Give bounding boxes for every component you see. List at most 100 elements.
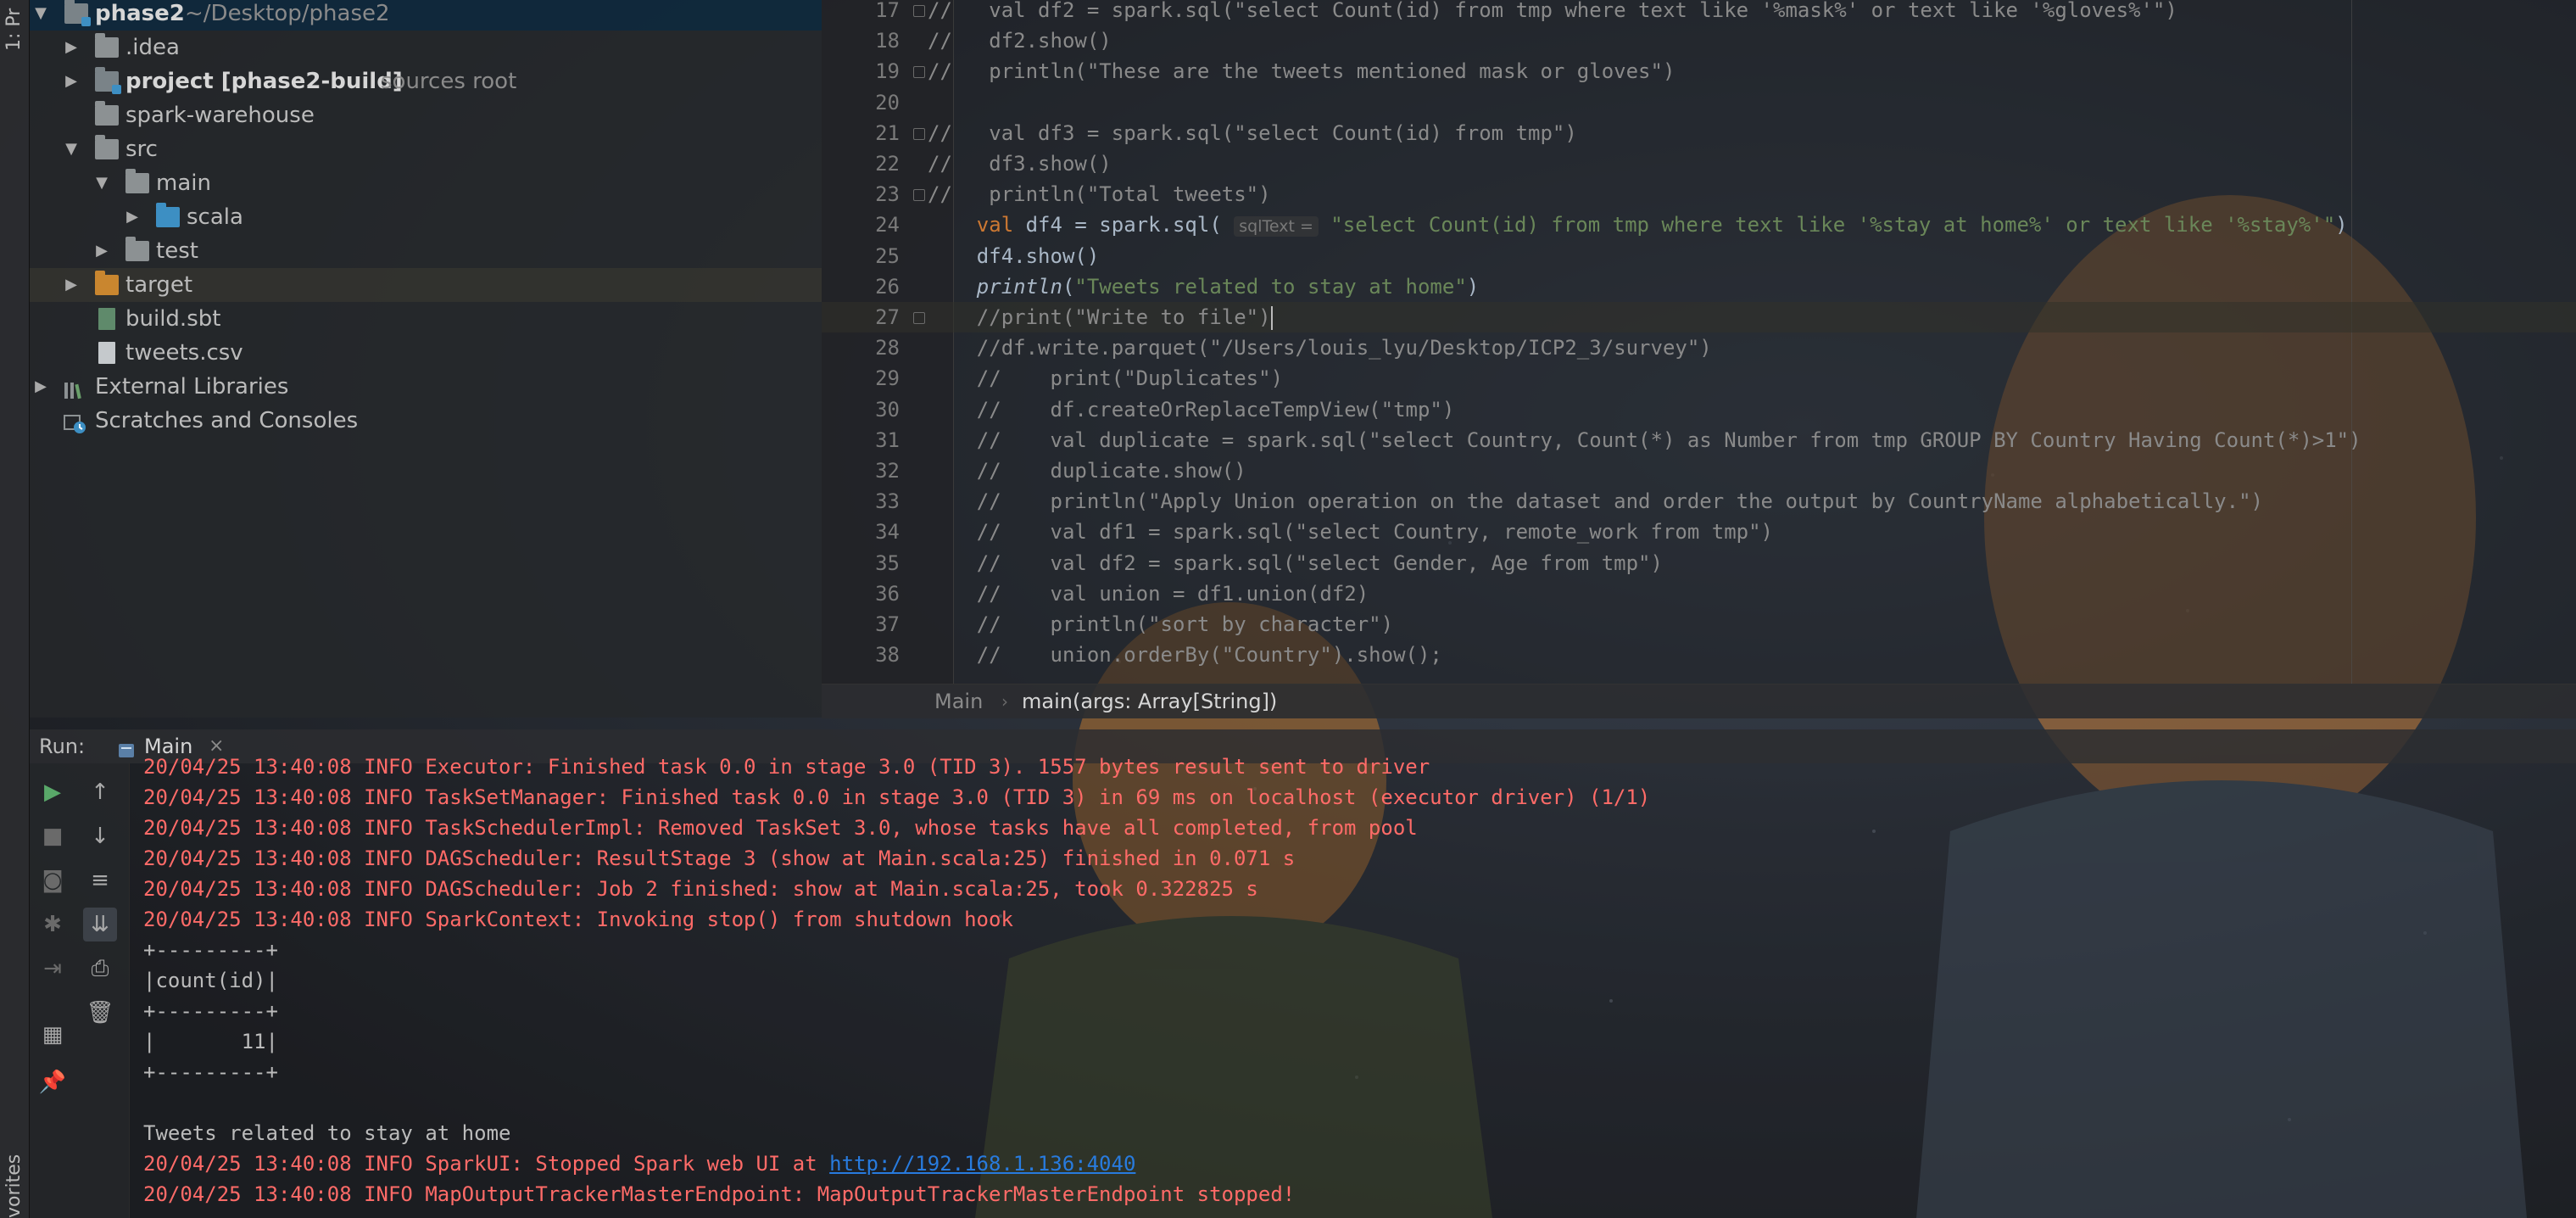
chevron-right-icon[interactable]: ▶	[93, 234, 110, 268]
code-line[interactable]: 27 //print("Write to file")	[822, 302, 2576, 332]
scratches-icon	[63, 411, 86, 433]
tree-item-project-build[interactable]: ▶ project [phase2-build] sources root	[29, 64, 822, 98]
code-token: (	[1062, 274, 1075, 299]
tree-item-phase2[interactable]: ▼ phase2 ~/Desktop/phase2	[29, 0, 822, 31]
stop-icon[interactable]: ■	[36, 819, 70, 853]
code-line[interactable]: 33 // println("Apply Union operation on …	[822, 486, 2576, 517]
code-token: //print("Write to file")	[928, 305, 1271, 329]
console-text: 20/04/25 13:40:08 INFO TaskSetManager: F…	[143, 785, 1651, 809]
tree-item-scratches[interactable]: Scratches and Consoles	[29, 404, 822, 438]
code-line[interactable]: 23 // println("Total tweets")	[822, 179, 2576, 210]
code-line[interactable]: 26 println("Tweets related to stay at ho…	[822, 271, 2576, 302]
console-text: | 11|	[143, 1030, 278, 1053]
code-line[interactable]: 38 // union.orderBy("Country").show();	[822, 640, 2576, 670]
code-text: // println("sort by character")	[928, 609, 1393, 640]
tree-item-target[interactable]: ▶ target	[29, 268, 822, 302]
code-line[interactable]: 25 df4.show()	[822, 241, 2576, 271]
tree-item-label: main	[156, 170, 211, 196]
console-line: +---------+	[143, 996, 278, 1026]
tree-item-label: External Libraries	[95, 374, 289, 399]
code-editor[interactable]: 17 // val df2 = spark.sql("select Count(i…	[822, 0, 2576, 684]
console-line: 20/04/25 13:40:08 INFO Executor: Finishe…	[143, 751, 1430, 782]
chevron-right-icon[interactable]: ▶	[63, 31, 80, 64]
code-line[interactable]: 21 // val df3 = spark.sql("select Count(i…	[822, 118, 2576, 148]
tree-item-spark-warehouse[interactable]: spark-warehouse	[29, 98, 822, 132]
soft-wrap-icon[interactable]: ≡	[83, 863, 117, 897]
tree-item-src[interactable]: ▼ src	[29, 132, 822, 166]
layout-icon[interactable]: ▦	[36, 1018, 70, 1052]
code-line[interactable]: 20	[822, 87, 2576, 118]
code-line[interactable]: 28 //df.write.parquet("/Users/louis_lyu/…	[822, 332, 2576, 363]
code-token: val	[928, 213, 1026, 237]
breadcrumb-item[interactable]: main(args: Array[String])	[1022, 684, 1277, 718]
code-line[interactable]: 17 // val df2 = spark.sql("select Count(i…	[822, 0, 2576, 25]
chevron-down-icon[interactable]: ▼	[32, 0, 49, 31]
console-text: +---------+	[143, 999, 278, 1023]
code-line[interactable]: 30 // df.createOrReplaceTempView("tmp")	[822, 394, 2576, 425]
fold-marker-icon[interactable]	[913, 312, 925, 324]
trash-icon[interactable]: 🗑	[83, 996, 117, 1030]
tree-item-external-libraries[interactable]: ▶ External Libraries	[29, 370, 822, 404]
tree-item-path: ~/Desktop/phase2	[185, 1, 390, 26]
pin-icon[interactable]: 📌	[36, 1065, 70, 1099]
project-tool-tab[interactable]: 1: Pr	[0, 0, 29, 51]
code-line[interactable]: 24 val df4 = spark.sql( sqlText = "selec…	[822, 210, 2576, 240]
code-line[interactable]: 29 // print("Duplicates")	[822, 363, 2576, 394]
code-line[interactable]: 18 // df2.show()	[822, 25, 2576, 56]
exit-icon[interactable]: ⇥	[36, 952, 70, 986]
favorites-tool-tab[interactable]: vorites	[0, 1154, 29, 1218]
fold-marker-icon[interactable]	[913, 66, 925, 79]
spark-ui-link[interactable]: http://192.168.1.136:4040	[829, 1152, 1135, 1176]
debug-icon[interactable]: ✱	[36, 908, 70, 941]
chevron-right-icon[interactable]: ▶	[124, 200, 141, 234]
chevron-right-icon[interactable]: ▶	[63, 268, 80, 302]
tree-item-annotation: sources root	[381, 69, 517, 94]
folder-icon	[95, 33, 119, 58]
tree-item-label: test	[156, 238, 198, 264]
code-token: "select Count(id) from tmp where text li…	[1318, 213, 2336, 237]
camera-icon[interactable]: ◙	[36, 863, 70, 897]
code-token: // val df3 = spark.sql("select Count(id)…	[928, 120, 1577, 145]
chevron-right-icon[interactable]: ▶	[32, 370, 49, 404]
code-line[interactable]: 37 // println("sort by character")	[822, 609, 2576, 640]
arrow-up-icon[interactable]: ↑	[83, 775, 117, 809]
breadcrumb-item[interactable]: Main	[934, 684, 983, 718]
code-line[interactable]: 31 // val duplicate = spark.sql("select …	[822, 425, 2576, 455]
code-token: // val df1 = spark.sql("select Country, …	[928, 520, 1773, 545]
tree-item-build-sbt[interactable]: build.sbt	[29, 302, 822, 336]
fold-marker-icon[interactable]	[913, 127, 925, 140]
code-token: // println("These are the tweets mention…	[928, 59, 1676, 84]
chevron-down-icon[interactable]: ▼	[93, 166, 110, 200]
rerun-icon[interactable]: ▶	[36, 775, 70, 809]
chevron-down-icon[interactable]: ▼	[63, 132, 80, 166]
line-number: 28	[875, 336, 900, 360]
tree-item-test[interactable]: ▶ test	[29, 234, 822, 268]
tree-item-tweets-csv[interactable]: tweets.csv	[29, 336, 822, 370]
console-output[interactable]: 20/04/25 13:40:08 INFO Executor: Finishe…	[130, 755, 2576, 1218]
tree-item-idea[interactable]: ▶ .idea	[29, 31, 822, 64]
code-line[interactable]: 32 // duplicate.show()	[822, 455, 2576, 486]
tree-item-scala[interactable]: ▶ scala	[29, 200, 822, 234]
tree-item-label: Scratches and Consoles	[95, 408, 359, 433]
code-line[interactable]: 34 // val df1 = spark.sql("select Countr…	[822, 517, 2576, 547]
print-icon[interactable]: ⎙	[83, 952, 117, 986]
tree-item-main[interactable]: ▼ main	[29, 166, 822, 200]
arrow-down-icon[interactable]: ↓	[83, 819, 117, 853]
fold-marker-icon[interactable]	[913, 189, 925, 202]
scroll-to-end-icon[interactable]: ⇊	[83, 908, 117, 941]
line-number: 25	[875, 243, 900, 268]
code-line[interactable]: 36 // val union = df1.union(df2)	[822, 578, 2576, 609]
code-line[interactable]: 35 // val df2 = spark.sql("select Gender…	[822, 548, 2576, 578]
console-text: 20/04/25 13:40:08 INFO Executor: Finishe…	[143, 755, 1430, 779]
code-text: // df2.show()	[928, 25, 1112, 56]
code-token: // print("Duplicates")	[928, 366, 1284, 391]
line-number: 20	[875, 90, 900, 115]
tree-item-label: tweets.csv	[125, 340, 243, 366]
code-token: // df3.show()	[928, 152, 1112, 176]
code-line[interactable]: 19 // println("These are the tweets menti…	[822, 56, 2576, 87]
chevron-right-icon[interactable]: ▶	[63, 64, 80, 98]
code-text: // println("Apply Union operation on the…	[928, 486, 2263, 517]
code-line[interactable]: 22 // df3.show()	[822, 148, 2576, 179]
fold-marker-icon[interactable]	[913, 5, 925, 17]
code-token: // println("Total tweets")	[928, 182, 1271, 207]
